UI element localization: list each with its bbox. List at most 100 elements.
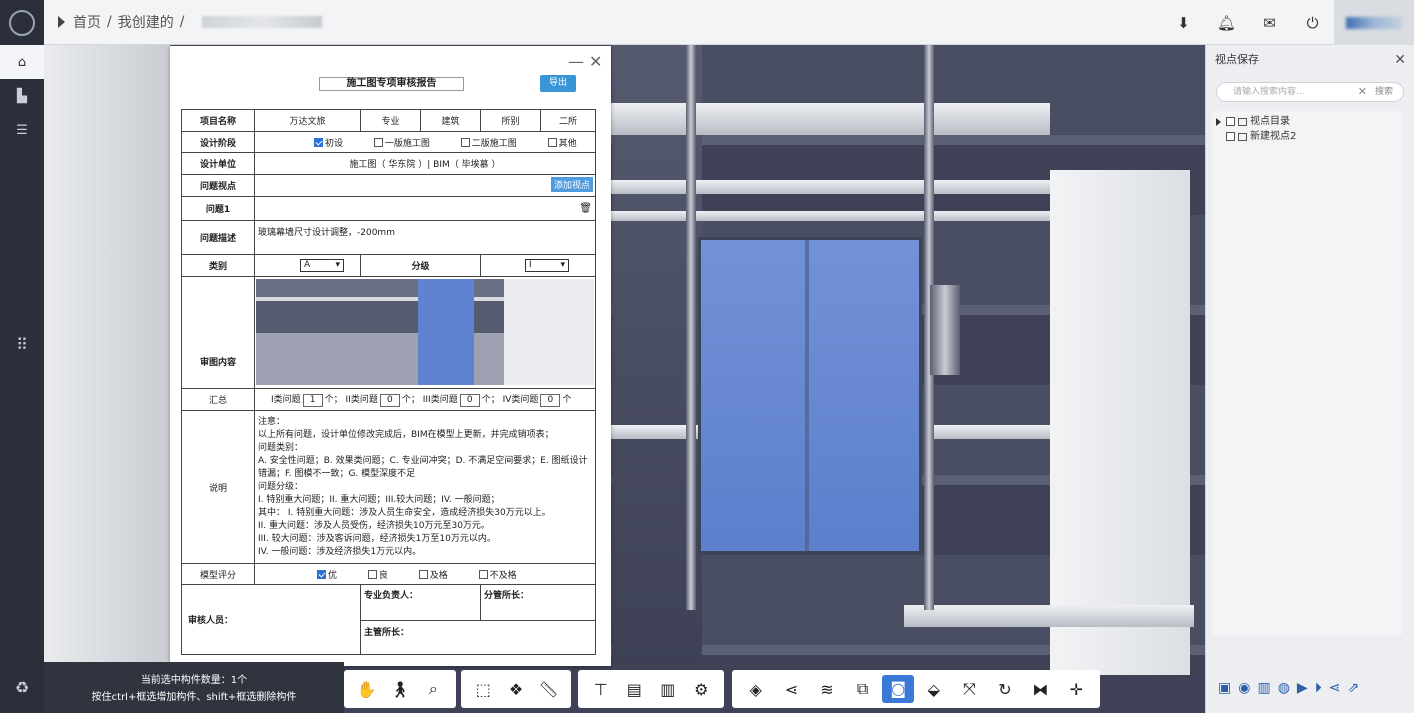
bell-icon[interactable]: 🔔︎ (1205, 14, 1248, 32)
score-option[interactable]: 优 (317, 568, 337, 581)
apps-grid-icon[interactable]: ⠿ (0, 327, 44, 361)
record-icon[interactable]: ▶ (1297, 680, 1308, 696)
move-arrows-icon[interactable]: ✛ (1060, 680, 1092, 699)
recycle-icon[interactable]: ♻ (0, 665, 44, 709)
power-icon[interactable]: ⏻ (1291, 14, 1334, 32)
zoom-region-icon[interactable]: ⌕ (417, 679, 449, 699)
score-option[interactable]: 不及格 (478, 568, 517, 581)
viewpoint-panel: 视点保存 ✕ 请输入搜索内容... ✕ 搜索 视点目录 新建视点2 ▣ ◉ ▥ … (1205, 45, 1414, 713)
paint-fill-icon[interactable]: ⬙ (918, 680, 950, 699)
breadcrumb-arrow-icon (58, 16, 65, 28)
grade-select[interactable]: I (525, 259, 569, 272)
toolbar-tools: ◈ ⋖ ≋ ⧉ ◙ ⬙ ⤧ ↻ ⧓ ✛ (732, 670, 1100, 708)
breadcrumb-mine[interactable]: 我创建的 (118, 12, 174, 32)
clear-icon[interactable]: ✕ (1358, 83, 1367, 101)
chart-icon[interactable]: ▙ (0, 79, 44, 113)
tree-item-folder[interactable]: 视点目录 (1212, 114, 1402, 129)
summary-input-iii[interactable]: 0 (459, 394, 480, 407)
trash-icon[interactable]: ▥ (1257, 680, 1270, 696)
checkbox[interactable] (1226, 117, 1235, 126)
section-box-icon[interactable]: ⧉ (847, 679, 879, 699)
scene-column (686, 45, 696, 610)
checkbox[interactable] (1226, 132, 1235, 141)
properties-doc-icon[interactable]: ▤ (618, 680, 650, 699)
panel-title: 视点保存 (1215, 53, 1259, 66)
checkbox[interactable] (317, 569, 326, 579)
share-nodes-icon[interactable]: ⋖ (775, 680, 807, 699)
viewpoint-thumbnail[interactable] (256, 279, 594, 385)
summary-label-i: I类问题 (271, 395, 301, 405)
checkbox[interactable] (460, 137, 470, 147)
stage-option[interactable]: 一版施工图 (373, 136, 430, 149)
stage-option[interactable]: 二版施工图 (460, 136, 517, 149)
camera-icon[interactable]: ◍ (1278, 680, 1290, 696)
user-avatar[interactable] (1334, 0, 1414, 45)
score-option[interactable]: 及格 (418, 568, 448, 581)
stage-options: 初设 一版施工图 二版施工图 其他 (254, 131, 596, 153)
summary-input-i[interactable]: 1 (302, 394, 323, 407)
transform-icon[interactable]: ⧓ (1025, 680, 1057, 699)
download-icon[interactable]: ⬇ (1162, 14, 1205, 32)
stack-icon[interactable]: ≋ (811, 680, 843, 699)
breadcrumb-home[interactable]: 首页 (73, 12, 101, 32)
checkbox[interactable] (314, 137, 323, 147)
export-icon[interactable]: ⇗ (1347, 680, 1359, 696)
pan-hand-icon[interactable]: ✋ (351, 680, 383, 699)
review-label: 审图内容 (181, 276, 255, 389)
selected-glass-curtain-wall[interactable] (698, 237, 922, 554)
chat-icon[interactable]: ✉ (1248, 14, 1291, 32)
note-line: III. 较大问题：涉及客诉问题，经济损失1万至10万元以内。 (258, 533, 496, 544)
play-icon[interactable]: ⏵ (1315, 680, 1322, 696)
viewpoint-label: 问题视点 (181, 174, 255, 197)
palette-icon[interactable]: ◉ (1238, 680, 1250, 696)
scene-wall (44, 45, 170, 665)
structure-tree-icon[interactable]: ⊤ (585, 680, 617, 699)
trash-icon[interactable]: 🗑︎ (579, 203, 592, 214)
search-button[interactable]: 搜索 (1375, 83, 1393, 101)
share-icon[interactable]: ⋖ (1329, 680, 1341, 696)
branch-label: 分管所长： (480, 584, 596, 621)
checkbox[interactable] (478, 569, 488, 579)
scene-column (930, 285, 960, 375)
cube-view-icon[interactable]: ⬚ (467, 680, 499, 699)
add-viewpoint-button[interactable]: 添加视点 (550, 177, 593, 192)
expand-arrow-icon[interactable] (1216, 117, 1221, 126)
export-button[interactable]: 导出 (540, 75, 576, 92)
stage-option-label: 初设 (325, 138, 344, 149)
explode-icon[interactable]: ❖ (500, 680, 532, 699)
viewpoint-active-icon[interactable]: ◙ (882, 675, 915, 703)
stage-option[interactable]: 其他 (547, 136, 577, 149)
list-icon[interactable]: ☰ (0, 113, 44, 147)
desc-field[interactable]: 玻璃幕墙尺寸设计调整，-200mm (254, 220, 596, 255)
checkbox[interactable] (547, 137, 557, 147)
walk-person-icon[interactable]: 🚶︎ (384, 680, 416, 699)
minimize-button[interactable]: — (568, 52, 584, 71)
breadcrumb-sep: / (107, 14, 112, 30)
viewpoint-search-input[interactable]: 请输入搜索内容... ✕ 搜索 (1216, 82, 1404, 102)
category-select[interactable]: A (300, 259, 344, 272)
summary-input-iv[interactable]: 0 (540, 394, 561, 407)
settings-gear-icon[interactable]: ⚙ (685, 680, 717, 699)
score-option[interactable]: 良 (367, 568, 388, 581)
summary-input-ii[interactable]: 0 (379, 394, 400, 407)
layers-icon[interactable]: ◈ (740, 680, 772, 699)
checkbox[interactable] (418, 569, 428, 579)
info-panel-icon[interactable]: ▥ (652, 680, 684, 699)
measure-ruler-icon[interactable]: 📏︎ (533, 680, 565, 699)
checkbox[interactable] (367, 569, 377, 579)
top-bar: 首页 / 我创建的 / ⬇ 🔔︎ ✉ ⏻ (44, 0, 1414, 45)
viewpoint-tools: ▣ ◉ ▥ ◍ ▶ ⏵ ⋖ ⇗ (1206, 663, 1414, 713)
close-button[interactable]: ✕ (589, 52, 602, 71)
app-logo[interactable] (0, 0, 44, 45)
summary-cell: I类问题 1 个； II类问题 0 个； III类问题 0 个； IV类问题 0 个 (254, 388, 596, 411)
checkbox[interactable] (373, 137, 383, 147)
home-icon[interactable]: ⌂ (0, 45, 44, 79)
focus-select-icon[interactable]: ⤧ (953, 679, 985, 699)
stage-option[interactable]: 初设 (314, 136, 343, 149)
panel-close-button[interactable]: ✕ (1394, 45, 1406, 75)
folder-add-icon[interactable]: ▣ (1218, 680, 1231, 696)
rotate-icon[interactable]: ↻ (989, 680, 1021, 699)
logo-icon (9, 9, 35, 36)
note-line: IV. 一般问题：涉及经济损失1万元以内。 (258, 546, 422, 557)
tree-item-viewpoint[interactable]: 新建视点2 (1212, 129, 1402, 144)
